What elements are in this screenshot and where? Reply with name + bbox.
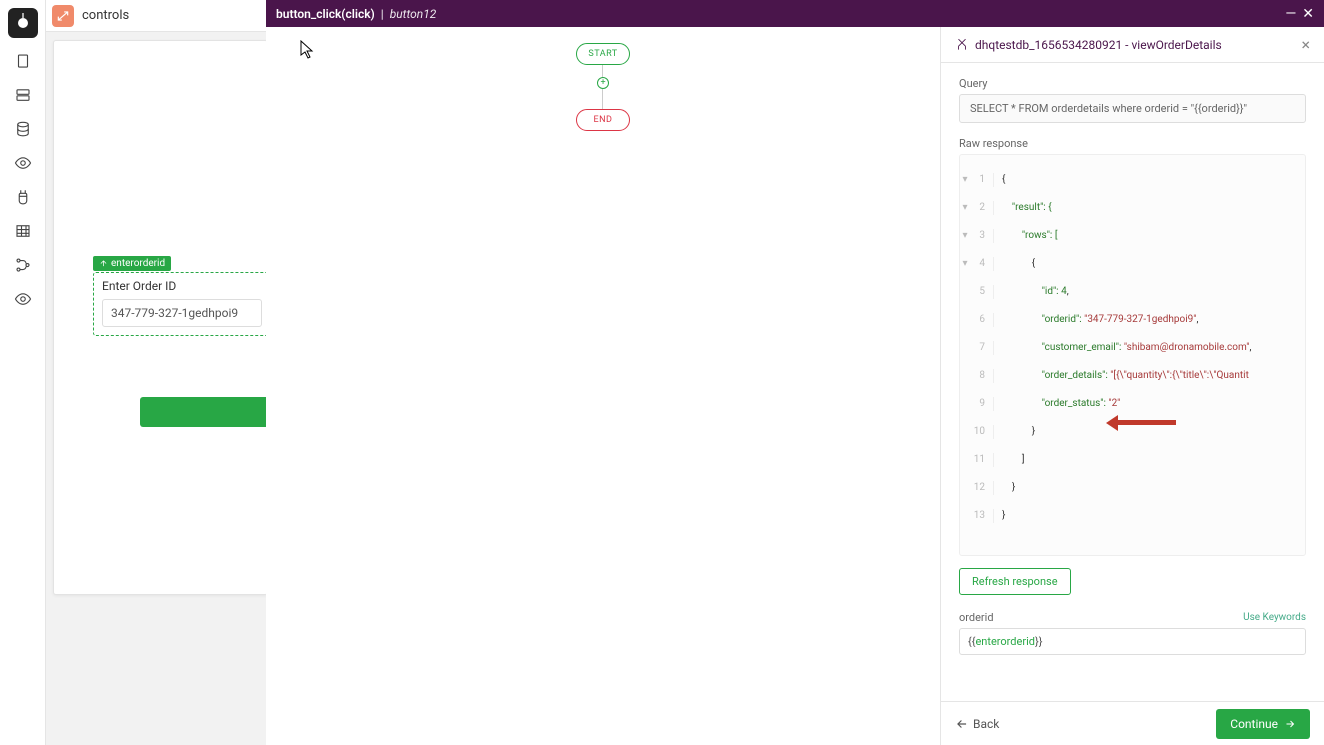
annotation-arrow <box>1106 418 1176 426</box>
screen-type-icon <box>52 5 74 27</box>
param-orderid-row: orderid Use Keywords {{enterorderid}} <box>959 611 1306 655</box>
arrow-left-icon <box>955 717 969 731</box>
flow-end-node[interactable]: END <box>576 109 630 131</box>
sidebar-item-table[interactable] <box>9 217 37 245</box>
logo-icon <box>8 8 38 38</box>
app-logo[interactable] <box>8 8 38 38</box>
param-orderid-label: orderid <box>959 611 994 624</box>
order-id-input[interactable] <box>102 299 262 327</box>
widget-input-label: Enter Order ID <box>102 279 262 293</box>
close-icon[interactable]: ✕ <box>1302 7 1314 21</box>
arrow-right-icon <box>1284 718 1296 730</box>
back-button[interactable]: Back <box>955 717 999 731</box>
flow-canvas[interactable]: START + END <box>266 27 940 745</box>
raw-response-code[interactable]: ▾1{ ▾2 "result": { ▾3 "rows": [ ▾4 { 5 "… <box>959 154 1306 556</box>
inspector-header: dhqtestdb_1656534280921 - viewOrderDetai… <box>941 27 1324 63</box>
inspector-title: dhqtestdb_1656534280921 - viewOrderDetai… <box>975 38 1222 52</box>
param-orderid-input[interactable]: {{enterorderid}} <box>959 628 1306 655</box>
refresh-response-button[interactable]: Refresh response <box>959 568 1071 595</box>
flow-start-node[interactable]: START <box>576 43 630 65</box>
continue-button[interactable]: Continue <box>1216 709 1310 739</box>
sidebar-item-layers[interactable] <box>9 81 37 109</box>
widget-input-box: Enter Order ID <box>93 272 271 336</box>
panel-header: button_click(click) | button12 — ✕ <box>266 0 1324 27</box>
sidebar-item-visibility[interactable] <box>9 149 37 177</box>
query-input[interactable]: SELECT * FROM orderdetails where orderid… <box>959 94 1306 123</box>
sidebar-item-plugin[interactable] <box>9 183 37 211</box>
inspector-close-icon[interactable]: × <box>1301 35 1310 54</box>
left-icon-sidebar <box>0 0 46 745</box>
flow-add-node[interactable]: + <box>597 77 609 89</box>
panel-header-separator: | <box>381 7 384 21</box>
inspector-body: Query SELECT * FROM orderdetails where o… <box>941 63 1324 701</box>
sidebar-item-preview[interactable] <box>9 285 37 313</box>
query-label: Query <box>959 77 1306 90</box>
inspector-footer: Back Continue <box>941 701 1324 745</box>
sidebar-item-database[interactable] <box>9 115 37 143</box>
widget-tag-label: enterorderid <box>111 258 165 269</box>
widget-tag: enterorderid <box>93 256 171 271</box>
widget-enterorderid[interactable]: enterorderid Enter Order ID <box>93 253 271 336</box>
inspector-pane: dhqtestdb_1656534280921 - viewOrderDetai… <box>940 27 1324 745</box>
sidebar-item-workflow[interactable] <box>9 251 37 279</box>
panel-target-name: button12 <box>390 7 437 21</box>
sidebar-item-file[interactable] <box>9 47 37 75</box>
submit-button[interactable] <box>140 397 270 427</box>
panel-event-name: button_click(click) <box>276 7 375 21</box>
raw-response-label: Raw response <box>959 137 1306 150</box>
action-panel: button_click(click) | button12 — ✕ START… <box>266 0 1324 745</box>
database-icon <box>955 38 969 52</box>
minimize-icon[interactable]: — <box>1285 7 1296 21</box>
use-keywords-link[interactable]: Use Keywords <box>1243 612 1306 623</box>
